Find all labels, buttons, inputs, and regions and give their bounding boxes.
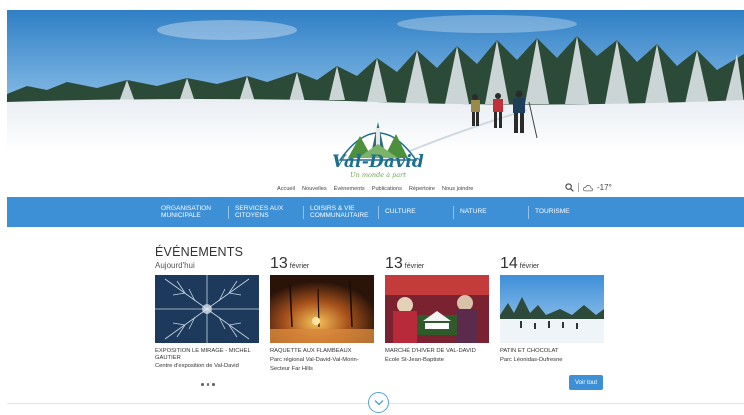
event-place: Parc régional Val-David-Val-Morin-Secteu… [270, 357, 359, 372]
event-place: École St-Jean-Baptiste [385, 357, 444, 363]
events-title: ÉVÉNEMENTS [155, 245, 244, 259]
event-image-patin[interactable] [500, 275, 604, 343]
main-nav-services[interactable]: SERVICES AUX CITOYENS [235, 197, 299, 227]
weather-temperature: -17° [597, 183, 612, 192]
event-date: 13 février [270, 255, 309, 273]
nav-divider [228, 206, 229, 219]
event-place: Parc Léonidas-Dufresne [500, 357, 563, 363]
event-title[interactable]: PATIN ET CHOCOLAT [500, 348, 606, 355]
event-date-day: 14 [500, 255, 518, 272]
main-nav-organisation[interactable]: ORGANISATION MUNICIPALE [161, 197, 225, 227]
event-date: 14 février [500, 255, 539, 273]
event-image-raquette[interactable] [270, 275, 374, 343]
top-nav-evenements[interactable]: Événements [334, 186, 365, 192]
event-title[interactable]: RAQUETTE AUX FLAMBEAUX [270, 348, 376, 355]
nav-divider [303, 206, 304, 219]
top-nav: Accueil Nouvelles Événements Publication… [277, 186, 473, 192]
top-nav-repertoire[interactable]: Répertoire [409, 186, 435, 192]
event-date-month: février [289, 263, 310, 270]
nav-divider [378, 206, 379, 219]
chevron-down-icon [374, 400, 383, 406]
event-image-marche[interactable] [385, 275, 489, 343]
main-nav-loisirs[interactable]: LOISIRS & VIE COMMUNAUTAIRE [310, 197, 382, 227]
top-nav-nouvelles[interactable]: Nouvelles [302, 186, 327, 192]
logo-tagline: Un monde à part [350, 171, 406, 179]
main-nav-nature[interactable]: NATURE [460, 197, 520, 227]
top-nav-accueil[interactable]: Accueil [277, 186, 295, 192]
event-place: Centre d'exposition de Val-David [155, 363, 239, 369]
event-date-month: février [404, 263, 425, 270]
top-nav-nous-joindre[interactable]: Nous joindre [442, 186, 473, 192]
carousel-dot[interactable] [212, 383, 215, 386]
event-title[interactable]: MARCHÉ D'HIVER DE VAL-DAVID [385, 348, 491, 355]
event-date: 13 février [385, 255, 424, 273]
logo-wordmark: Val-David [332, 152, 424, 172]
events-subtitle: Aujourd'hui [155, 261, 195, 270]
event-image-exposition[interactable] [155, 275, 259, 343]
event-date-day: 13 [385, 255, 403, 272]
carousel-dots[interactable] [201, 383, 215, 386]
event-date-day: 13 [270, 255, 288, 272]
event-date-month: février [519, 263, 540, 270]
main-nav-culture[interactable]: CULTURE [385, 197, 445, 227]
view-all-button[interactable]: Voir tout [569, 375, 603, 390]
tools-divider [578, 183, 579, 192]
main-nav-tourisme[interactable]: TOURISME [535, 197, 595, 227]
search-icon[interactable] [565, 183, 574, 192]
carousel-dot[interactable] [206, 383, 209, 386]
carousel-dot[interactable] [201, 383, 204, 386]
weather-icon [583, 184, 593, 191]
header-tools: -17° [565, 183, 612, 192]
scroll-down-button[interactable] [368, 392, 389, 413]
top-nav-publications[interactable]: Publications [372, 186, 402, 192]
nav-divider [453, 206, 454, 219]
nav-divider [528, 206, 529, 219]
site-logo[interactable]: Val-David Un monde à part [330, 114, 426, 186]
main-nav: ORGANISATION MUNICIPALE SERVICES AUX CIT… [7, 197, 744, 227]
event-title[interactable]: EXPOSITION LE MIRAGE - MICHEL GAUTIER [155, 348, 261, 362]
